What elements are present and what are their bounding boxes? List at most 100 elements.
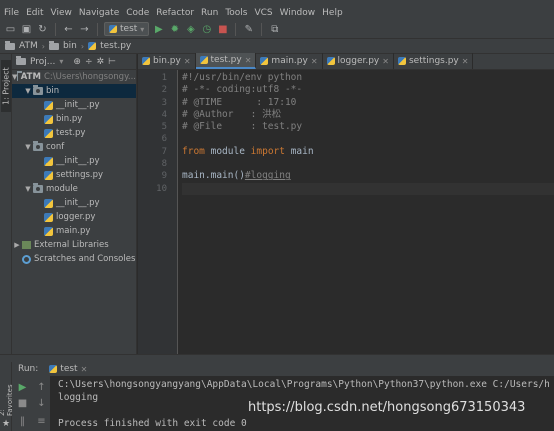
tab-main-py[interactable]: main.py ✕ [256, 53, 323, 69]
python-file-icon [142, 57, 150, 65]
panel-splitter[interactable] [0, 354, 554, 362]
coverage-icon[interactable]: ◈ [184, 23, 197, 36]
project-tool-tab[interactable]: 1: Project [1, 60, 11, 112]
line-number: 5 [161, 122, 167, 133]
breadcrumb-folder[interactable]: bin [63, 41, 77, 51]
tree-folder-item[interactable]: ▼ bin [12, 84, 136, 98]
favorites-tool-tab[interactable]: 2: Favorites [0, 376, 14, 416]
debug-icon[interactable]: ✹ [168, 23, 181, 36]
tree-item-label: External Libraries [34, 240, 109, 250]
tab-test-py[interactable]: test.py ✕ [195, 53, 257, 69]
tree-folder-item[interactable]: ▼ module [12, 182, 136, 196]
tab-logger-py[interactable]: logger.py ✕ [323, 53, 394, 69]
tab-settings-py[interactable]: settings.py ✕ [394, 53, 474, 69]
code-line-encoding[interactable]: # -*- coding:utf8 -*- [182, 84, 554, 96]
code-line-file[interactable]: # @File : test.py [182, 121, 554, 133]
chevron-right-icon: › [80, 41, 85, 51]
chevron-down-icon[interactable]: ▾ [59, 57, 63, 66]
tree-root[interactable]: ▼ ATM C:\Users\hongsongy... [12, 70, 136, 84]
run-tab-test[interactable]: test ✕ [46, 364, 90, 374]
tree-item-label: Scratches and Consoles [34, 254, 136, 264]
python-file-icon [260, 57, 269, 65]
tree-file-item[interactable]: main.py [12, 224, 136, 238]
line-number: 6 [161, 134, 167, 145]
close-icon[interactable]: ✕ [311, 57, 318, 66]
up-arrow-icon[interactable]: ↑ [36, 382, 47, 393]
menu-vcs[interactable]: VCS [254, 8, 272, 18]
tree-file-item[interactable]: bin.py [12, 112, 136, 126]
project-view-select[interactable]: Proj... [30, 57, 55, 67]
tree-root-label: ATM [20, 72, 41, 82]
code-line-import[interactable]: from module import main [182, 146, 554, 158]
back-arrow-icon[interactable]: ← [62, 23, 75, 36]
expand-arrow-icon[interactable]: ▼ [23, 87, 33, 95]
menu-navigate[interactable]: Navigate [79, 8, 119, 18]
menu-edit[interactable]: Edit [26, 8, 43, 18]
run-icon[interactable]: ▶ [152, 23, 165, 36]
menu-bar: File Edit View Navigate Code Refactor Ru… [0, 5, 554, 20]
stop-icon[interactable]: ■ [216, 23, 229, 36]
gear-icon[interactable]: ✲ [96, 57, 104, 67]
code-line-author[interactable]: # @Author : 洪松 [182, 109, 554, 121]
tree-file-item[interactable]: settings.py [12, 168, 136, 182]
collapse-icon[interactable]: ÷ [85, 57, 93, 67]
close-icon[interactable]: ✕ [245, 56, 252, 65]
line-number: 7 [161, 146, 167, 157]
code-line-blank[interactable] [182, 158, 554, 170]
close-icon[interactable]: ✕ [382, 57, 389, 66]
expand-arrow-icon[interactable]: ▼ [23, 185, 33, 193]
tree-file-item[interactable]: logger.py [12, 210, 136, 224]
sync-icon[interactable]: ↻ [36, 23, 49, 36]
stop-icon[interactable]: ■ [17, 398, 28, 409]
python-file-icon [44, 212, 53, 222]
tree-folder-item[interactable]: ▼ conf [12, 140, 136, 154]
forward-arrow-icon[interactable]: → [78, 23, 91, 36]
tree-file-item[interactable]: __init__.py [12, 154, 136, 168]
menu-file[interactable]: File [4, 8, 19, 18]
menu-tools[interactable]: Tools [225, 8, 247, 18]
down-arrow-icon[interactable]: ↓ [36, 398, 47, 409]
menu-window[interactable]: Window [280, 8, 316, 18]
tree-folder-item[interactable]: ▶ External Libraries [12, 238, 136, 252]
code-line-call[interactable]: main.main()#logging [182, 170, 554, 182]
close-icon[interactable]: ✕ [184, 57, 191, 66]
code-line-shebang[interactable]: #!/usr/bin/env python [182, 72, 554, 84]
menu-code[interactable]: Code [126, 8, 149, 18]
tree-file-item[interactable]: __init__.py [12, 98, 136, 112]
pause-icon[interactable]: ‖ [17, 416, 28, 427]
main-toolbar: ▭ ▣ ↻ ← → test ▾ ▶ ✹ ◈ ◷ ■ ✎ ⧉ [0, 20, 554, 39]
menu-help[interactable]: Help [322, 8, 343, 18]
run-panel-header: Run: test ✕ [12, 362, 554, 376]
close-icon[interactable]: ✕ [462, 57, 469, 66]
code-line-time[interactable]: # @TIME : 17:10 [182, 97, 554, 109]
save-icon[interactable]: ▣ [20, 23, 33, 36]
rerun-icon[interactable]: ▶ [17, 382, 28, 393]
tab-bin-py[interactable]: bin.py ✕ [138, 53, 196, 69]
code-editor[interactable]: #!/usr/bin/env python # -*- coding:utf8 … [182, 70, 554, 354]
expand-arrow-icon[interactable]: ▶ [12, 241, 22, 249]
menu-view[interactable]: View [51, 8, 72, 18]
soft-wrap-icon[interactable]: ≡ [36, 416, 47, 427]
run-config-select[interactable]: test ▾ [104, 22, 150, 36]
expand-arrow-icon[interactable]: ▼ [23, 143, 33, 151]
close-icon[interactable]: ✕ [81, 365, 88, 374]
sdk-icon[interactable]: ⧉ [268, 23, 281, 36]
settings-icon[interactable]: ✎ [242, 23, 255, 36]
breadcrumb-file[interactable]: test.py [100, 41, 131, 51]
menu-refactor[interactable]: Refactor [156, 8, 194, 18]
breadcrumb-project[interactable]: ATM [19, 41, 38, 51]
scratches-icon [22, 254, 31, 264]
tree-file-item[interactable]: __init__.py [12, 196, 136, 210]
hide-icon[interactable]: ⊢ [108, 57, 116, 67]
tree-file-item[interactable]: test.py [12, 126, 136, 140]
target-icon[interactable]: ⊕ [73, 57, 81, 67]
tree-folder-item[interactable]: Scratches and Consoles [12, 252, 136, 266]
code-line-blank[interactable] [182, 133, 554, 145]
open-folder-icon[interactable]: ▭ [4, 23, 17, 36]
profile-icon[interactable]: ◷ [200, 23, 213, 36]
star-icon[interactable]: ★ [1, 419, 11, 429]
python-file-icon [49, 365, 58, 373]
code-line-current[interactable] [182, 182, 554, 195]
menu-run[interactable]: Run [201, 8, 218, 18]
tree-item-label: __init__.py [56, 156, 100, 166]
